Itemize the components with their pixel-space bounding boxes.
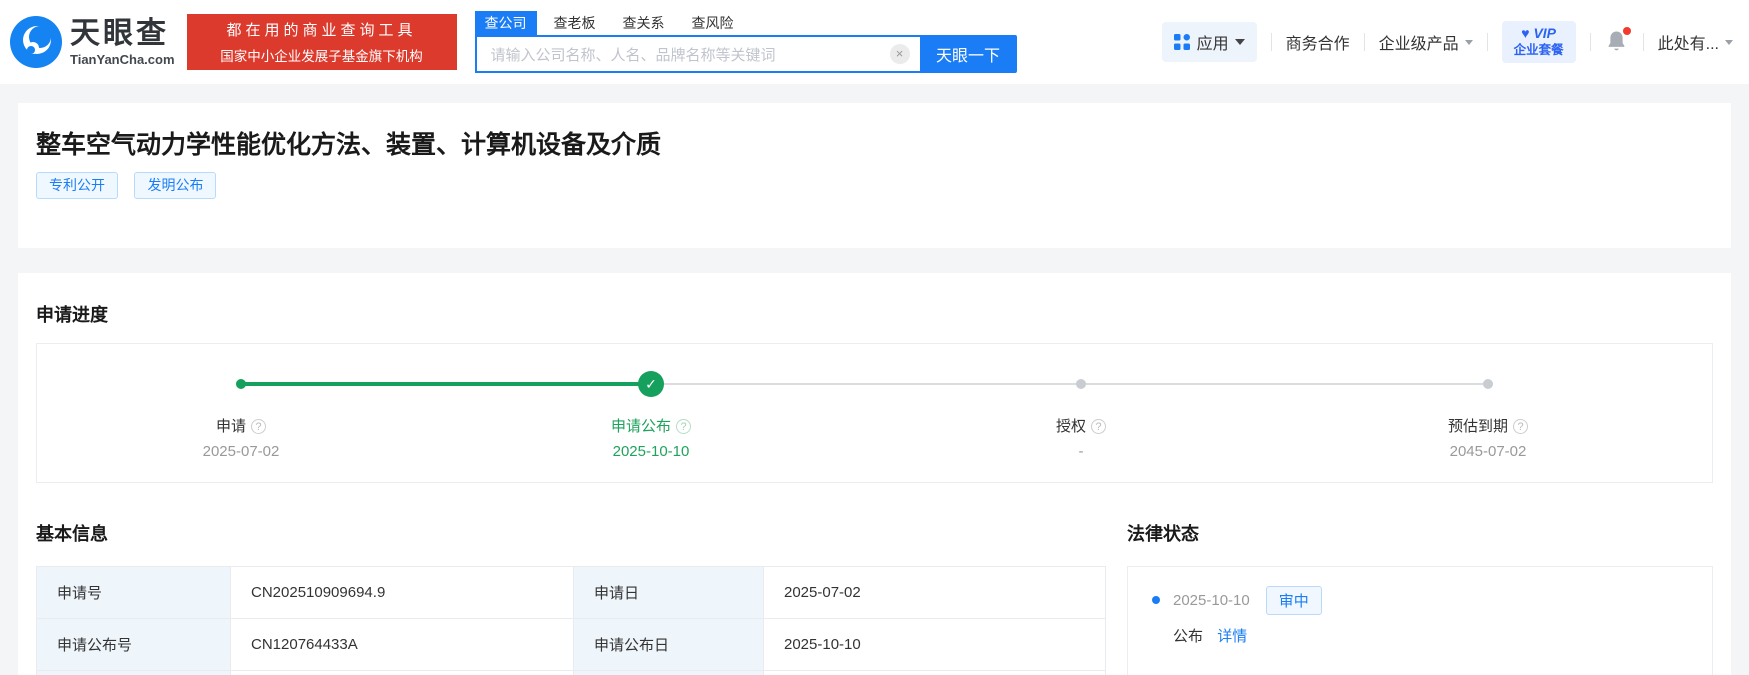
cell-label [573, 670, 764, 675]
step-label: 申请 [215, 418, 246, 435]
promo-banner-line2: 国家中小企业发展子基金旗下机构 [220, 49, 423, 64]
vip-label: VIP [1533, 25, 1557, 42]
badge-invention-publication[interactable]: 发明公布 [134, 172, 217, 199]
cell-label: 申请日 [573, 566, 764, 619]
search-input[interactable]: 请输入公司名称、人名、品牌名称等关键词 × [474, 35, 920, 73]
search-area: 查公司 查老板 查关系 查风险 请输入公司名称、人名、品牌名称等关键词 × 天眼… [474, 11, 1017, 73]
table-row: 申请公布号 CN120764433A 申请公布日 2025-10-10 [36, 618, 1106, 671]
step-label: 授权 [1055, 418, 1086, 435]
tianyancha-logo-icon [10, 16, 62, 68]
legal-status-date: 2025-10-10 [1173, 591, 1250, 609]
timeline-segment-done [241, 382, 651, 386]
cell-value: 2025-10-10 [763, 618, 1106, 671]
legal-status-box: 2025-10-10 审中 公布 详情 [1127, 566, 1713, 675]
bullet-dot-icon [1152, 596, 1160, 604]
step-label: 预估到期 [1447, 418, 1508, 435]
step-date: 2045-07-02 [1449, 443, 1527, 460]
search-button[interactable]: 天眼一下 [919, 35, 1017, 73]
nav-biz-cooperation[interactable]: 商务合作 [1286, 30, 1350, 54]
promo-banner: 都在用的商业查询工具 国家中小企业发展子基金旗下机构 [186, 14, 457, 70]
brand-domain: TianYanCha.com [70, 51, 175, 67]
nav-divider [1589, 33, 1591, 51]
timeline-step-expiry: 预估到期? 2045-07-02 [1378, 415, 1598, 460]
promo-banner-line1: 都在用的商业查询工具 [226, 22, 417, 39]
basic-info-heading: 基本信息 [36, 524, 108, 544]
notification-dot [1622, 27, 1631, 35]
basic-info-table: 申请号 CN202510909694.9 申请日 2025-07-02 申请公布… [36, 566, 1106, 675]
legal-detail-link[interactable]: 详情 [1217, 628, 1247, 645]
search-tab-risk[interactable]: 查风险 [682, 11, 744, 35]
cell-label: 申请号 [36, 566, 231, 619]
search-tab-relation[interactable]: 查关系 [613, 11, 675, 35]
status-badge[interactable]: 审中 [1265, 585, 1322, 615]
biz-cooperation-label: 商务合作 [1285, 36, 1350, 53]
timeline-dot-expiry [1483, 379, 1493, 389]
cell-value: CN202510909694.9 [230, 566, 574, 619]
notification-bell-icon[interactable] [1605, 27, 1631, 55]
cell-label: 申请公布日 [573, 618, 764, 671]
nav-divider [1486, 33, 1488, 51]
cell-value: CN120764433A [230, 618, 574, 671]
progress-heading: 申请进度 [36, 305, 108, 325]
badge-patent-public[interactable]: 专利公开 [36, 172, 118, 199]
search-placeholder: 请输入公司名称、人名、品牌名称等关键词 [490, 46, 776, 64]
search-tabs: 查公司 查老板 查关系 查风险 [474, 11, 1017, 35]
help-icon[interactable]: ? [1091, 419, 1106, 434]
apps-dropdown[interactable]: 应用 [1161, 22, 1257, 62]
step-label: 申请公布 [610, 418, 671, 435]
chevron-down-icon [1464, 39, 1473, 45]
help-icon[interactable]: ? [676, 419, 691, 434]
patent-title-section: 整车空气动力学性能优化方法、装置、计算机设备及介质 专利公开 发明公布 [18, 103, 1731, 248]
cell-label [36, 670, 231, 675]
vip-package-button[interactable]: ♥ VIP 企业套餐 [1501, 21, 1576, 63]
application-progress-timeline: ✓ 申请? 2025-07-02 申请公布? 2025-10-10 授权? - … [36, 343, 1713, 483]
chevron-down-icon [1234, 39, 1245, 45]
timeline-segment-pending [651, 383, 1488, 385]
table-row: 申请号 CN202510909694.9 申请日 2025-07-02 [36, 566, 1106, 619]
cell-value [763, 670, 1106, 675]
chevron-down-icon [1725, 39, 1733, 45]
top-bar: 天眼查 TianYanCha.com 都在用的商业查询工具 国家中小企业发展子基… [0, 0, 1749, 84]
basic-info-section: 基本信息 申请号 CN202510909694.9 申请日 2025-07-02… [36, 522, 1106, 675]
search-tab-company[interactable]: 查公司 [474, 11, 537, 35]
cell-label: 申请公布号 [36, 618, 231, 671]
vip-package-label: 企业套餐 [1513, 42, 1564, 57]
timeline-step-publication: 申请公布? 2025-10-10 [541, 415, 761, 460]
patent-detail-card: 申请进度 ✓ 申请? 2025-07-02 申请公布? 2025-10-10 授… [18, 273, 1731, 675]
nav-divider [1270, 33, 1272, 51]
timeline-dot-grant [1076, 379, 1086, 389]
legal-status-item: 2025-10-10 审中 [1152, 585, 1692, 615]
timeline-check-icon: ✓ [638, 371, 664, 397]
brand-name: 天眼查 [70, 16, 169, 50]
step-date: 2025-07-02 [202, 443, 280, 460]
vip-heart-icon: ♥ [1521, 25, 1534, 42]
nav-enterprise-products[interactable]: 企业级产品 [1379, 30, 1473, 54]
clear-icon[interactable]: × [889, 44, 910, 64]
nav-divider [1363, 33, 1365, 51]
table-row [36, 670, 1106, 675]
step-date: - [1078, 443, 1084, 460]
top-nav: 应用 商务合作 企业级产品 ♥ VIP 企业套餐 此处有... [1161, 21, 1733, 63]
apps-grid-icon [1173, 34, 1190, 50]
help-icon[interactable]: ? [1513, 419, 1528, 434]
legal-status-section: 法律状态 2025-10-10 审中 公布 详情 [1127, 522, 1713, 675]
timeline-step-apply: 申请? 2025-07-02 [131, 415, 351, 460]
tianyancha-logo[interactable]: 天眼查 TianYanCha.com [10, 16, 175, 68]
cell-value: 2025-07-02 [763, 566, 1106, 619]
search-tab-boss[interactable]: 查老板 [544, 11, 606, 35]
nav-user-more[interactable]: 此处有... [1658, 30, 1733, 54]
step-date: 2025-10-10 [612, 443, 690, 460]
legal-status-heading: 法律状态 [1127, 524, 1199, 544]
page-title: 整车空气动力学性能优化方法、装置、计算机设备及介质 [36, 131, 662, 159]
legal-event-label: 公布 [1173, 628, 1204, 645]
timeline-dot-apply [236, 379, 246, 389]
timeline-step-grant: 授权? - [971, 415, 1191, 460]
enterprise-products-label: 企业级产品 [1378, 36, 1459, 53]
user-more-label: 此处有... [1657, 36, 1719, 53]
apps-label: 应用 [1196, 36, 1229, 53]
nav-divider [1642, 33, 1644, 51]
help-icon[interactable]: ? [251, 419, 266, 434]
cell-value [230, 670, 574, 675]
